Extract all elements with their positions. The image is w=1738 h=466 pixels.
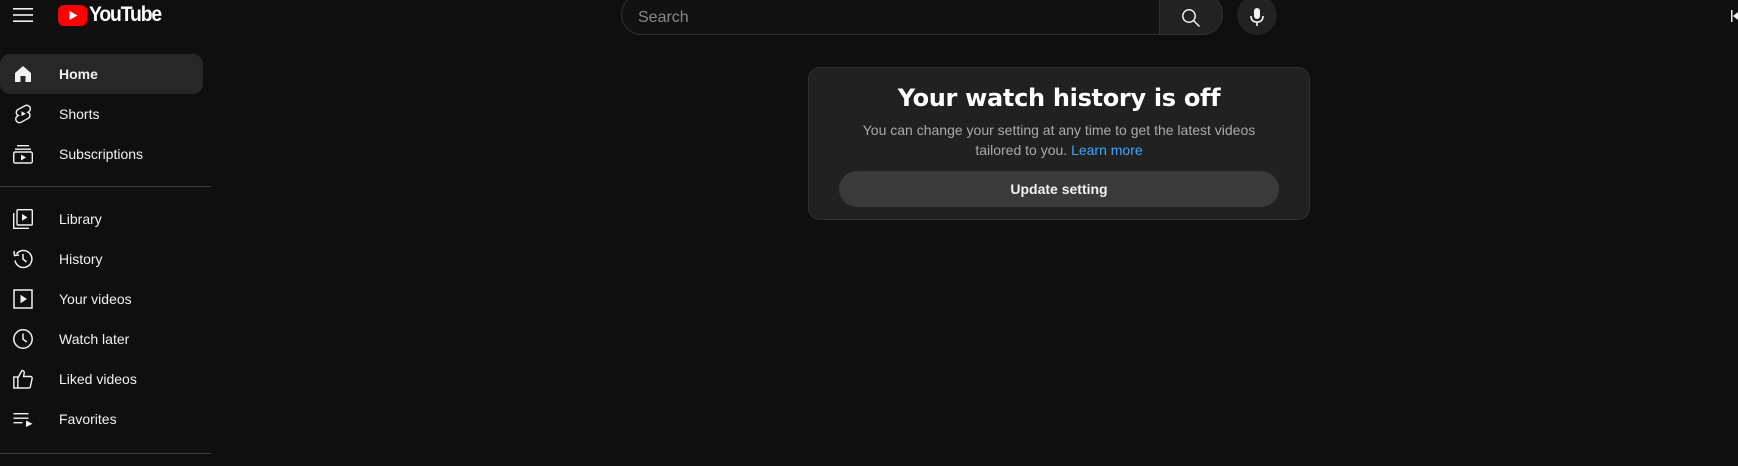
card-description-text: You can change your setting at any time … [862,122,1256,158]
watch-history-off-card: Your watch history is off You can change… [808,67,1310,220]
watch-later-icon [11,327,35,351]
sidebar-item-liked-videos[interactable]: Liked videos [0,359,203,399]
sidebar-item-label: Liked videos [59,371,137,387]
sidebar-item-label: History [59,251,103,267]
sidebar-item-watch-later[interactable]: Watch later [0,319,203,359]
sidebar-item-label: Subscriptions [59,146,144,162]
voice-search-button[interactable] [1237,0,1277,35]
youtube-logo[interactable]: YouTube [58,3,167,27]
sidebar-item-favorites[interactable]: Favorites [0,399,203,439]
home-icon [11,62,35,86]
playlist-icon [11,407,35,431]
search-input[interactable] [621,0,1159,35]
sidebar-item-home[interactable]: Home [0,54,203,94]
sidebar-item-label: Watch later [59,331,130,347]
learn-more-link[interactable]: Learn more [1071,142,1143,158]
your-videos-icon [11,287,35,311]
update-setting-button[interactable]: Update setting [839,171,1279,207]
sign-in-icon[interactable] [1731,9,1738,22]
sidebar-divider [0,453,211,454]
sidebar-item-library[interactable]: Library [0,199,203,239]
logo-text: YouTube [89,3,162,26]
top-bar: YouTube [0,0,1738,36]
sidebar-item-label: Shorts [59,106,100,122]
card-title: Your watch history is off [897,84,1221,112]
sidebar-item-shorts[interactable]: Shorts [0,94,203,134]
sidebar-item-your-videos[interactable]: Your videos [0,279,203,319]
history-icon [11,247,35,271]
library-icon [11,207,35,231]
sidebar-divider [0,186,211,187]
sidebar-item-label: Your videos [59,291,132,307]
microphone-icon [1250,8,1264,26]
search-icon [1182,8,1201,27]
search-bar [621,0,1223,35]
sidebar-item-subscriptions[interactable]: Subscriptions [0,134,203,174]
subscriptions-icon [11,142,35,166]
hamburger-menu-icon[interactable] [10,2,36,28]
card-description: You can change your setting at any time … [849,120,1269,160]
youtube-logo-icon [58,4,87,26]
search-button[interactable] [1159,0,1223,35]
sidebar-item-label: Library [59,211,102,227]
sidebar-item-label: Favorites [59,411,117,427]
liked-videos-icon [11,367,35,391]
sidebar-item-label: Home [59,66,98,82]
shorts-icon [11,102,35,126]
sidebar: Home Shorts Subscriptions Library Histor… [0,54,211,466]
sidebar-item-history[interactable]: History [0,239,203,279]
